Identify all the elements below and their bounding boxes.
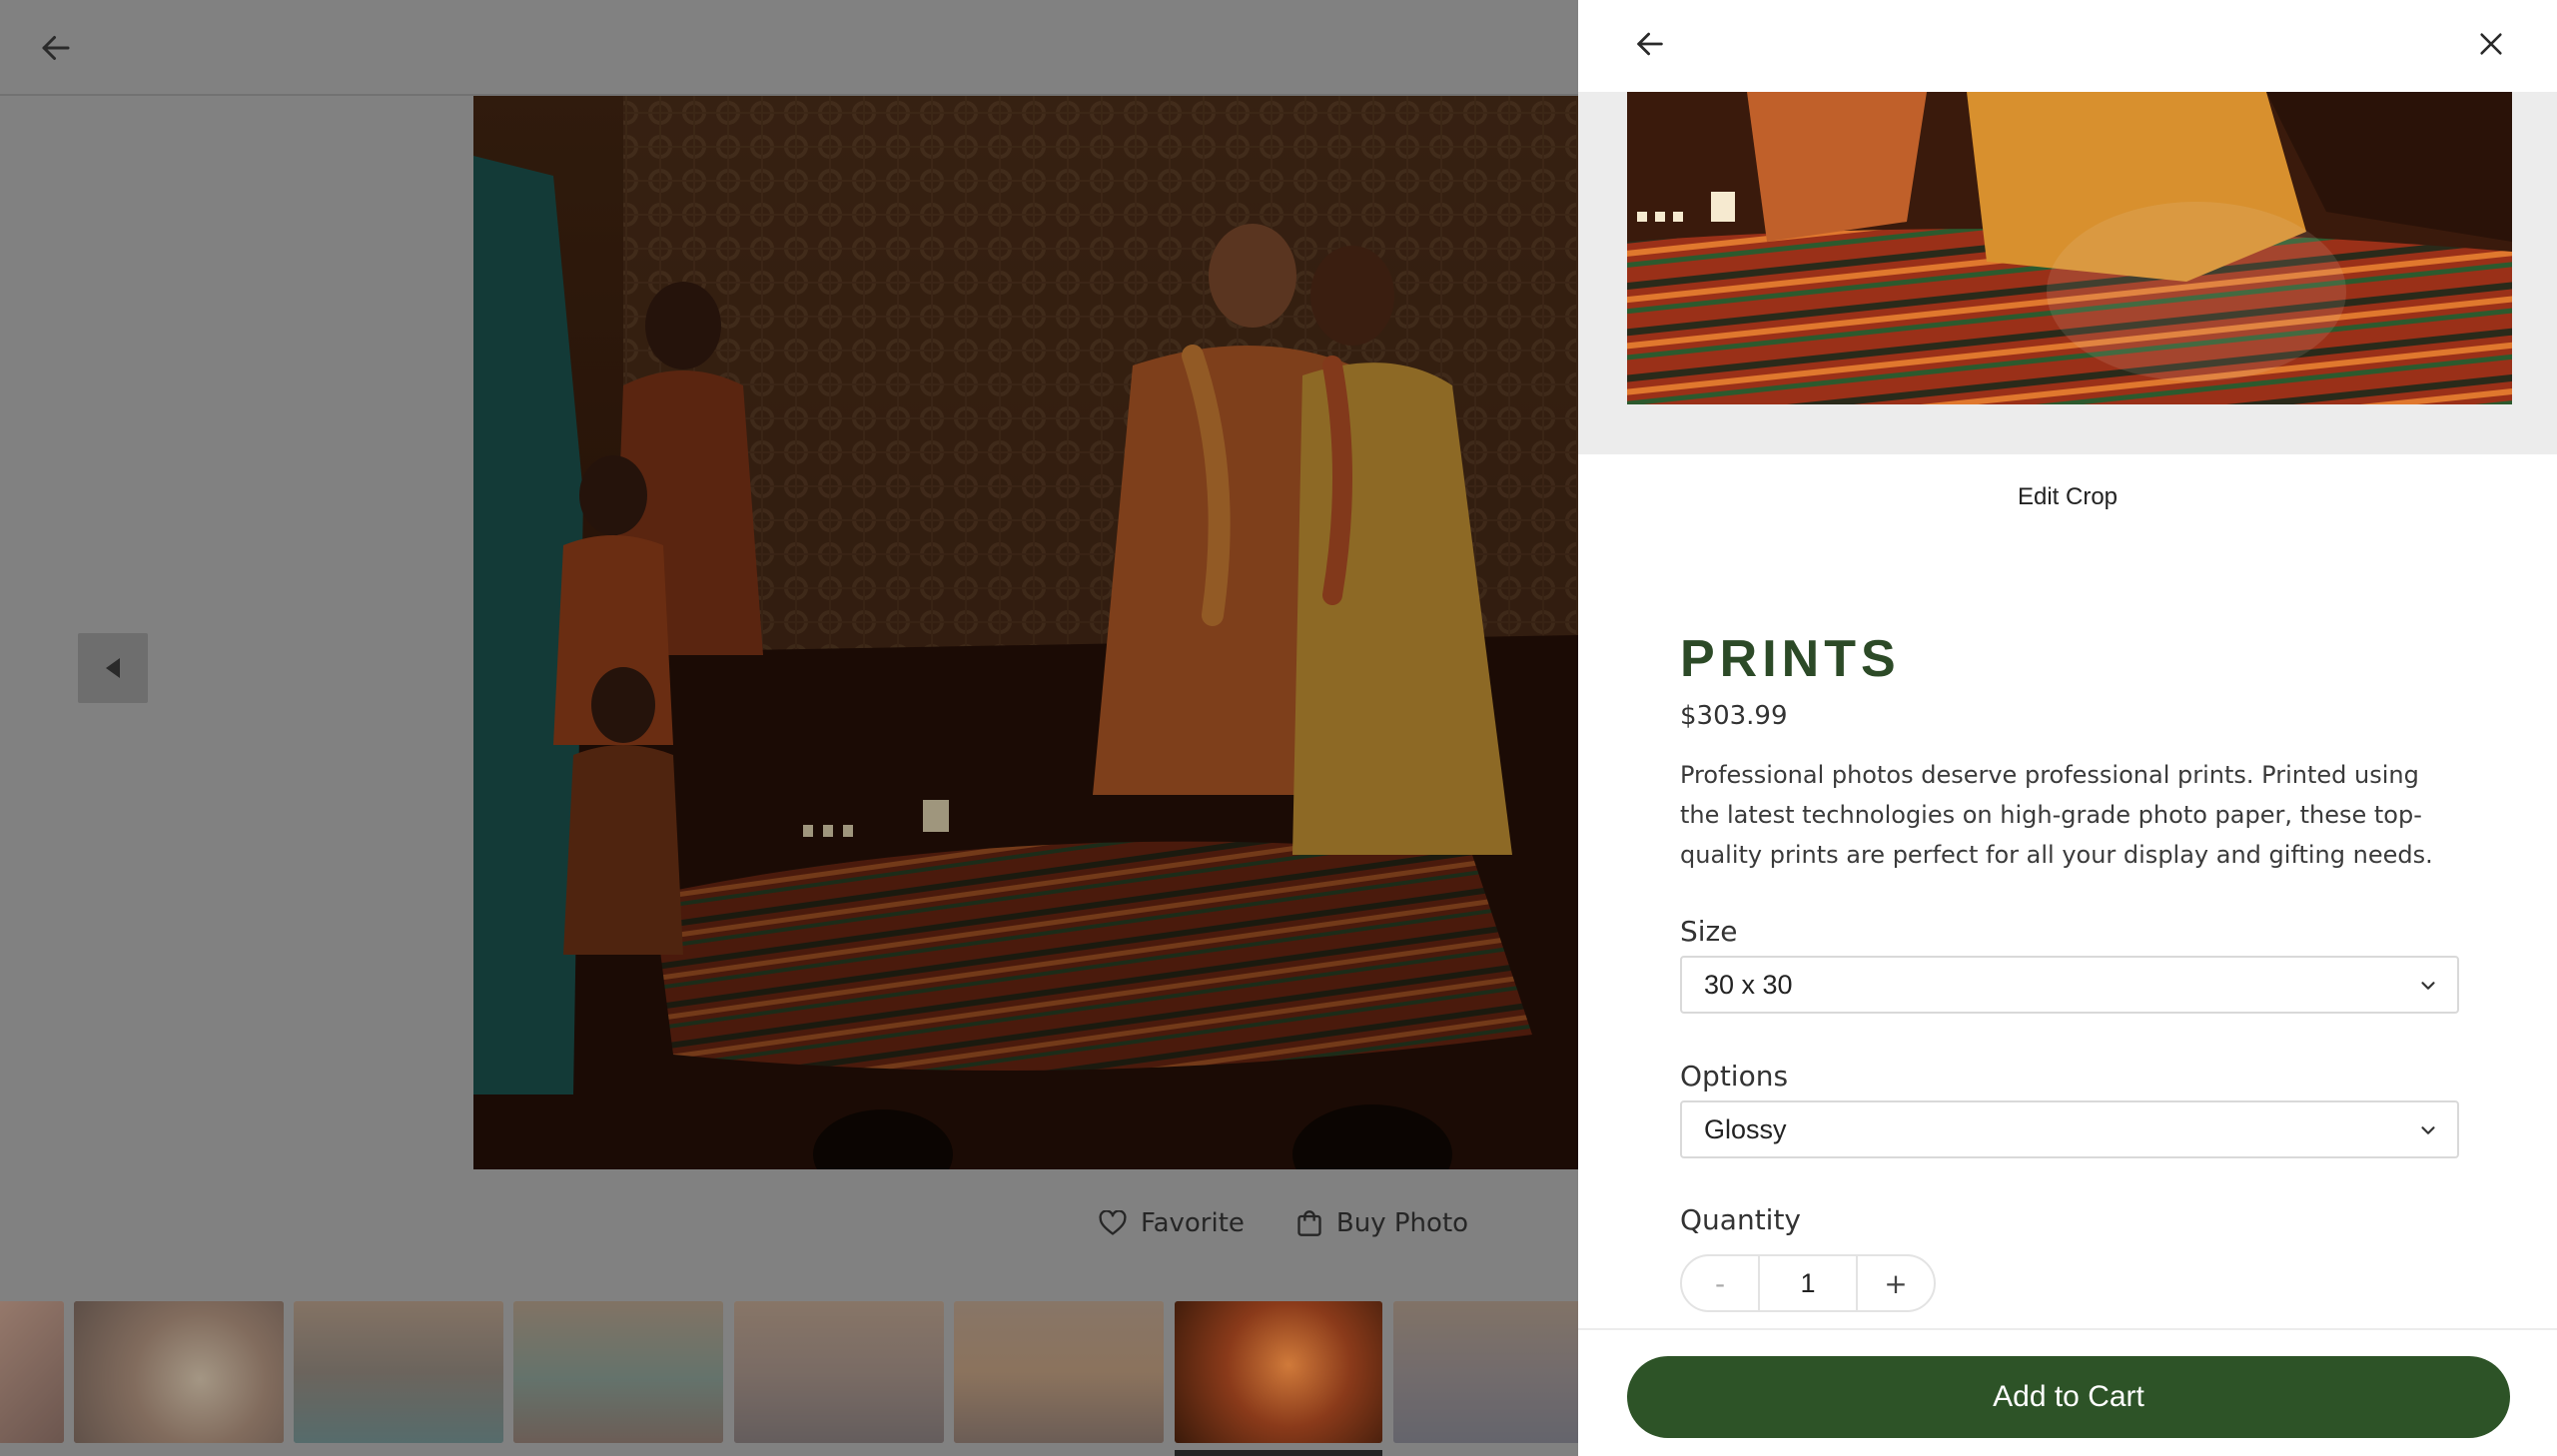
favorite-label: Favorite	[1141, 1208, 1245, 1238]
panel-back-button[interactable]	[1622, 16, 1678, 72]
photo-viewer: Favorite Buy Photo	[0, 0, 1578, 1456]
thumbnail[interactable]	[513, 1301, 723, 1443]
buy-photo-panel: Edit Crop PRINTS $303.99 Professional ph…	[1578, 0, 2557, 1456]
chevron-down-icon	[2421, 982, 2435, 990]
photo-actions: Favorite Buy Photo	[1099, 1208, 1468, 1238]
cropped-photo-illustration	[1627, 92, 2512, 404]
cart-bar: Add to Cart	[1578, 1328, 2557, 1456]
close-button[interactable]	[2463, 16, 2519, 72]
buy-photo-label: Buy Photo	[1335, 1208, 1469, 1238]
options-select[interactable]: Glossy	[1680, 1100, 2459, 1158]
shopping-bag-icon	[1297, 1210, 1321, 1236]
size-select[interactable]: 30 x 30	[1680, 956, 2459, 1014]
increment-button[interactable]: +	[1858, 1256, 1934, 1310]
product-price: $303.99	[1680, 701, 1788, 731]
viewer-header	[0, 0, 1578, 96]
main-photo	[473, 96, 1578, 1169]
product-info: PRINTS $303.99 Professional photos deser…	[1680, 629, 2459, 875]
chevron-down-icon	[2421, 1126, 2435, 1134]
thumbnail[interactable]	[0, 1301, 64, 1443]
crop-preview-area	[1578, 92, 2557, 454]
panel-header	[1578, 0, 2557, 92]
options-label: Options	[1680, 1060, 1789, 1092]
quantity-stepper: - 1 +	[1680, 1254, 1936, 1312]
decrement-button[interactable]: -	[1682, 1256, 1758, 1310]
arrow-left-icon	[1637, 32, 1663, 56]
thumbnail-filmstrip	[0, 1301, 1578, 1443]
size-value: 30 x 30	[1704, 969, 1793, 1000]
heart-icon	[1099, 1210, 1127, 1235]
thumbnail-active[interactable]	[1175, 1301, 1382, 1443]
thumbnail[interactable]	[1393, 1301, 1578, 1443]
favorite-button[interactable]: Favorite	[1099, 1208, 1245, 1238]
product-description: Professional photos deserve professional…	[1680, 761, 2433, 869]
thumbnail[interactable]	[954, 1301, 1164, 1443]
crop-preview-image	[1627, 92, 2512, 404]
caret-left-icon	[106, 658, 120, 678]
thumbnail[interactable]	[734, 1301, 944, 1443]
size-label: Size	[1680, 915, 1738, 948]
viewer-back-button[interactable]	[28, 20, 84, 76]
quantity-value[interactable]: 1	[1758, 1256, 1858, 1310]
edit-crop-button[interactable]: Edit Crop	[1578, 483, 2557, 511]
options-value: Glossy	[1704, 1113, 1787, 1144]
thumbnail[interactable]	[74, 1301, 284, 1443]
wedding-photo-illustration	[473, 96, 1578, 1169]
quantity-label: Quantity	[1680, 1203, 1801, 1236]
thumbnail[interactable]	[294, 1301, 503, 1443]
active-thumbnail-indicator	[1175, 1450, 1382, 1456]
close-icon	[2480, 33, 2502, 55]
add-to-cart-button[interactable]: Add to Cart	[1627, 1356, 2510, 1438]
previous-photo-button[interactable]	[78, 633, 148, 703]
arrow-left-icon	[42, 36, 70, 60]
buy-photo-button[interactable]: Buy Photo	[1296, 1208, 1468, 1238]
product-title: PRINTS	[1680, 630, 1901, 688]
